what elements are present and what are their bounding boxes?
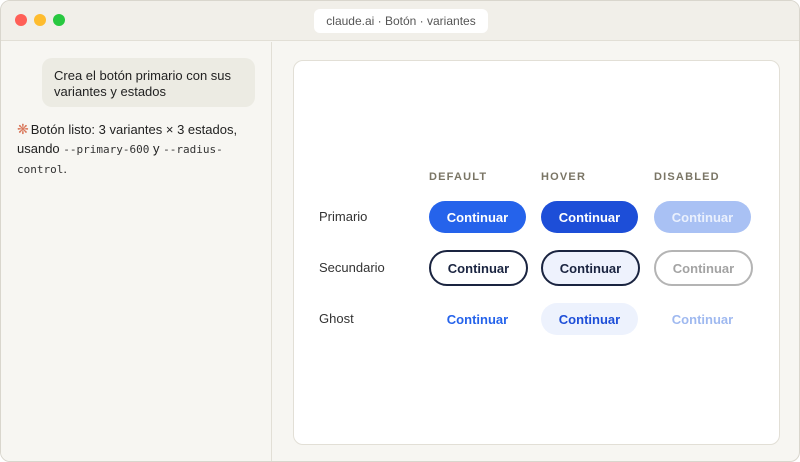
primary-default-button[interactable]: Continuar [429, 201, 526, 233]
secondary-default-button[interactable]: Continuar [429, 250, 528, 286]
title-bar: claude.ai · Botón · variantes [1, 1, 799, 41]
ghost-default-button[interactable]: Continuar [429, 303, 526, 335]
column-header-hover: HOVER [541, 171, 587, 183]
address-bar[interactable]: claude.ai · Botón · variantes [314, 9, 488, 33]
app-window: claude.ai · Botón · variantes Crea el bo… [0, 0, 800, 462]
minimize-window-button[interactable] [34, 14, 46, 26]
column-header-default: DEFAULT [429, 171, 488, 183]
code-token-primary: --primary-600 [63, 143, 150, 156]
ghost-hover-button[interactable]: Continuar [541, 303, 638, 335]
row-label-primario: Primario [319, 209, 368, 224]
secondary-hover-button[interactable]: Continuar [541, 250, 640, 286]
primary-disabled-button: Continuar [654, 201, 751, 233]
close-window-button[interactable] [15, 14, 27, 26]
secondary-disabled-button: Continuar [654, 250, 753, 286]
maximize-window-button[interactable] [53, 14, 65, 26]
assistant-message: ❋ Botón listo: 3 variantes × 3 estados, u… [17, 120, 257, 179]
row-label-ghost: Ghost [319, 311, 354, 326]
primary-hover-button[interactable]: Continuar [541, 201, 638, 233]
sparkle-icon: ❋ [17, 121, 29, 137]
preview-canvas: DEFAULT HOVER DISABLED Primario Continua… [293, 60, 780, 445]
ghost-disabled-button: Continuar [671, 311, 734, 327]
row-label-secundario: Secundario [319, 260, 385, 275]
column-header-disabled: DISABLED [654, 171, 720, 183]
assistant-text-middle: y [149, 141, 164, 156]
user-message: Crea el botón primario con sus variantes… [42, 58, 255, 107]
assistant-text-end: . [63, 161, 67, 176]
chat-panel: Crea el botón primario con sus variantes… [1, 42, 272, 461]
